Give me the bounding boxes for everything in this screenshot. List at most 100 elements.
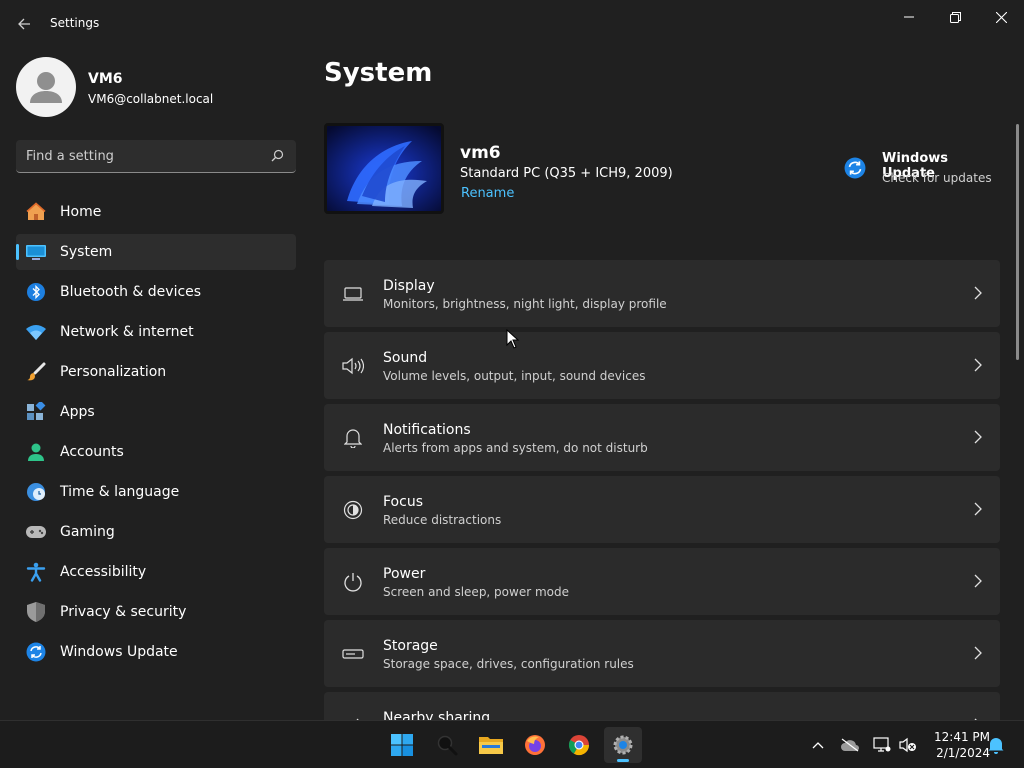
restore-button[interactable] (932, 4, 978, 30)
sidebar-item-bluetooth[interactable]: Bluetooth & devices (16, 274, 296, 310)
settings-list: Display Monitors, brightness, night ligh… (324, 260, 1000, 720)
device-model: Standard PC (Q35 + ICH9, 2009) (460, 166, 673, 181)
power-card[interactable]: Power Screen and sleep, power mode (324, 548, 1000, 615)
search-box[interactable] (16, 140, 296, 173)
sidebar-item-label: Gaming (60, 524, 115, 540)
avatar (16, 57, 76, 117)
show-hidden-icons-button[interactable] (808, 735, 828, 755)
sidebar-item-windows-update[interactable]: Windows Update (16, 634, 296, 670)
restore-icon (949, 11, 961, 23)
shield-icon (26, 602, 46, 622)
search-icon (437, 735, 458, 756)
sound-card[interactable]: Sound Volume levels, output, input, soun… (324, 332, 1000, 399)
sidebar-nav: Home System Bluetooth & devices Network … (16, 194, 296, 674)
card-title: Notifications (383, 422, 471, 438)
close-button[interactable] (978, 4, 1024, 30)
card-subtitle: Alerts from apps and system, do not dist… (383, 441, 648, 455)
onedrive-tray[interactable] (840, 735, 860, 755)
gamepad-icon (26, 522, 46, 542)
focus-icon (341, 498, 365, 522)
card-title: Storage (383, 638, 438, 654)
scrollbar-thumb[interactable] (1016, 124, 1019, 360)
chevron-up-icon (812, 742, 824, 749)
sidebar-item-gaming[interactable]: Gaming (16, 514, 296, 550)
card-subtitle: Volume levels, output, input, sound devi… (383, 369, 646, 383)
sidebar-item-label: Accessibility (60, 564, 147, 580)
back-button[interactable] (10, 10, 38, 38)
taskbar-settings[interactable] (604, 727, 642, 763)
taskbar-clock[interactable]: 12:41 PM 2/1/2024 (922, 729, 990, 761)
notification-center-button[interactable] (986, 735, 1006, 755)
card-subtitle: Screen and sleep, power mode (383, 585, 569, 599)
display-card[interactable]: Display Monitors, brightness, night ligh… (324, 260, 1000, 327)
sidebar-item-apps[interactable]: Apps (16, 394, 296, 430)
wallpaper-bloom-icon (327, 126, 441, 211)
sidebar-item-accounts[interactable]: Accounts (16, 434, 296, 470)
sidebar-item-label: System (60, 244, 113, 260)
bluetooth-icon (26, 282, 46, 302)
focus-card[interactable]: Focus Reduce distractions (324, 476, 1000, 543)
minimize-icon (904, 16, 914, 18)
sidebar-item-label: Privacy & security (60, 604, 187, 620)
chevron-right-icon (974, 574, 982, 588)
speaker-icon (341, 354, 365, 378)
title-bar: Settings (0, 0, 1024, 48)
user-avatar-icon (30, 72, 62, 103)
clock-time: 12:41 PM (934, 730, 990, 744)
power-icon (341, 570, 365, 594)
network-tray[interactable] (872, 735, 892, 755)
clock-date: 2/1/2024 (936, 746, 990, 760)
sidebar-item-label: Accounts (60, 444, 124, 460)
windows-update-icon (26, 642, 46, 662)
taskbar-firefox[interactable] (516, 727, 554, 763)
device-wallpaper-thumbnail (324, 123, 444, 214)
volume-tray[interactable] (898, 735, 918, 755)
network-icon (873, 737, 891, 752)
storage-icon (341, 642, 365, 666)
firefox-icon (525, 735, 545, 755)
page-title: System (324, 58, 433, 88)
taskbar: 12:41 PM 2/1/2024 (0, 720, 1024, 768)
sidebar-item-privacy[interactable]: Privacy & security (16, 594, 296, 630)
notifications-card[interactable]: Notifications Alerts from apps and syste… (324, 404, 1000, 471)
bell-icon (341, 426, 365, 450)
windows-update-subtitle: Check for updates (882, 171, 992, 185)
windows-update-shortcut[interactable]: Windows Update Check for updates (844, 149, 1004, 193)
card-title: Focus (383, 494, 423, 510)
nearby-sharing-card[interactable]: Nearby sharing (324, 692, 1000, 720)
paintbrush-icon (26, 362, 46, 382)
taskbar-file-explorer[interactable] (472, 727, 510, 763)
wifi-icon (26, 322, 46, 342)
taskbar-search-button[interactable] (428, 727, 466, 763)
device-info: vm6 Standard PC (Q35 + ICH9, 2009) Renam… (324, 123, 1004, 218)
card-subtitle: Reduce distractions (383, 513, 502, 527)
windows-update-icon (844, 157, 866, 179)
minimize-button[interactable] (886, 4, 932, 30)
chevron-right-icon (974, 646, 982, 660)
storage-card[interactable]: Storage Storage space, drives, configura… (324, 620, 1000, 687)
rename-link[interactable]: Rename (461, 186, 514, 201)
settings-icon (613, 735, 633, 755)
sidebar-item-label: Personalization (60, 364, 167, 380)
sidebar-item-system[interactable]: System (16, 234, 296, 270)
accessibility-icon (26, 562, 46, 582)
sidebar-item-accessibility[interactable]: Accessibility (16, 554, 296, 590)
sidebar-item-label: Home (60, 204, 102, 220)
user-profile[interactable]: VM6 VM6@collabnet.local (16, 57, 296, 117)
search-input[interactable] (26, 146, 266, 166)
monitor-icon (341, 282, 365, 306)
taskbar-chrome[interactable] (560, 727, 598, 763)
bell-icon (988, 737, 1004, 754)
cloud-offline-icon (841, 738, 859, 752)
device-name: vm6 (460, 143, 501, 163)
user-name: VM6 (88, 71, 123, 87)
sidebar-item-personalization[interactable]: Personalization (16, 354, 296, 390)
sidebar-item-home[interactable]: Home (16, 194, 296, 230)
speaker-muted-icon (899, 737, 916, 753)
card-title: Nearby sharing (383, 710, 491, 720)
search-icon[interactable] (271, 149, 284, 162)
card-subtitle: Storage space, drives, configuration rul… (383, 657, 634, 671)
sidebar-item-network[interactable]: Network & internet (16, 314, 296, 350)
start-button[interactable] (383, 727, 421, 763)
sidebar-item-time-language[interactable]: Time & language (16, 474, 296, 510)
